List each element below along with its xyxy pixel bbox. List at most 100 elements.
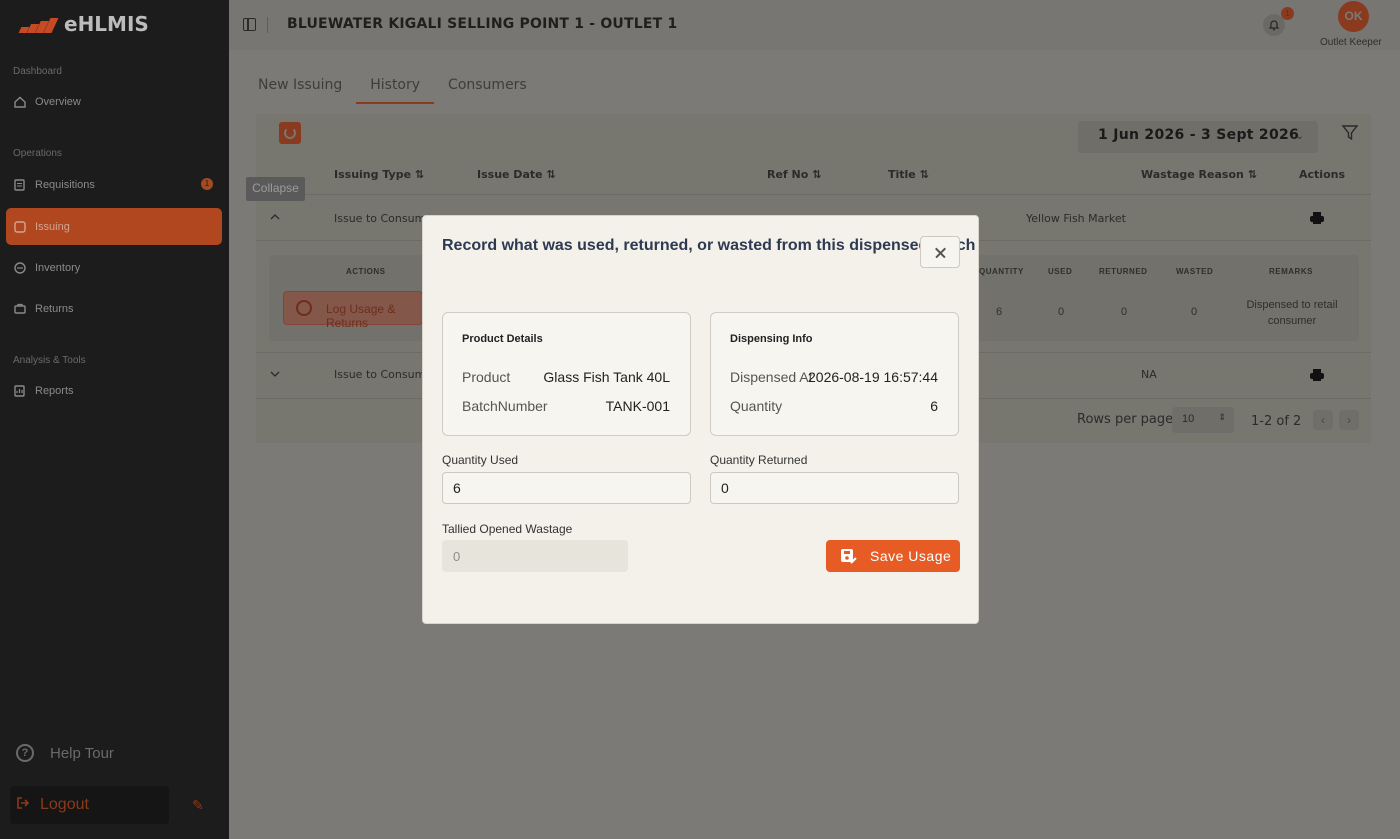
dispensed-at-value: 2026-08-19 16:57:44 bbox=[808, 369, 938, 385]
help-icon: ? bbox=[16, 744, 34, 762]
divider bbox=[256, 194, 1371, 195]
print-icon[interactable] bbox=[1309, 368, 1325, 382]
print-icon[interactable] bbox=[1309, 211, 1325, 225]
sub-cell-quantity: 6 bbox=[996, 306, 1003, 318]
column-header-issuing-type[interactable]: Issuing Type ⇅ bbox=[334, 168, 424, 181]
product-value: Glass Fish Tank 40L bbox=[543, 369, 670, 385]
sidebar-item-issuing[interactable]: Issuing bbox=[6, 208, 222, 245]
dispensed-at-label: Dispensed At bbox=[730, 369, 813, 385]
tab-new-issuing[interactable]: New Issuing bbox=[244, 72, 356, 104]
tab-consumers[interactable]: Consumers bbox=[434, 72, 541, 104]
prev-page-button[interactable]: ‹ bbox=[1313, 410, 1333, 430]
save-usage-button[interactable]: Save Usage bbox=[826, 540, 960, 572]
quantity-returned-label: Quantity Returned bbox=[710, 453, 808, 467]
sub-header-used: USED bbox=[1048, 267, 1073, 276]
tallied-wastage-input bbox=[442, 540, 628, 572]
sidebar-item-inventory[interactable]: Inventory bbox=[6, 249, 222, 286]
logo-mark-icon bbox=[16, 13, 59, 35]
dispensing-info-heading: Dispensing Info bbox=[730, 333, 813, 345]
logo-text: eHLMIS bbox=[64, 12, 149, 36]
page-count: 1-2 of 2 bbox=[1251, 414, 1302, 429]
return-icon bbox=[13, 302, 26, 315]
sub-cell-remarks: Dispensed to retail consumer bbox=[1246, 299, 1338, 327]
sidebar-item-label: Requisitions bbox=[35, 178, 95, 191]
modal-title: Record what was used, returned, or waste… bbox=[442, 237, 976, 254]
logout-button[interactable]: Logout bbox=[10, 786, 169, 824]
tab-bar: New Issuing History Consumers bbox=[244, 72, 541, 104]
rows-per-page-select[interactable]: 10 ⇕ bbox=[1172, 407, 1234, 433]
app-logo[interactable]: eHLMIS bbox=[16, 12, 149, 36]
date-range-picker[interactable]: 1 Jun 2026 - 3 Sept 2026 ⌄ bbox=[1078, 121, 1318, 153]
filter-icon[interactable] bbox=[1341, 124, 1359, 142]
quantity-used-input[interactable] bbox=[442, 472, 691, 504]
logout-label: Logout bbox=[40, 796, 89, 813]
sub-header-returned: RETURNED bbox=[1099, 267, 1148, 276]
sub-cell-returned: 0 bbox=[1121, 306, 1128, 318]
sidebar-item-label: Issuing bbox=[35, 220, 70, 233]
sidebar-item-returns[interactable]: Returns bbox=[6, 290, 222, 327]
notifications-button[interactable]: 1 bbox=[1263, 7, 1294, 36]
column-header-actions: Actions bbox=[1299, 168, 1345, 181]
sub-cell-used: 0 bbox=[1058, 306, 1065, 318]
refresh-icon[interactable] bbox=[279, 122, 301, 144]
divider bbox=[267, 17, 268, 33]
nav-section-operations: Operations bbox=[13, 148, 62, 159]
requisitions-badge: 1 bbox=[201, 178, 213, 190]
save-icon bbox=[841, 549, 857, 564]
date-range-label: 1 Jun 2026 - 3 Sept 2026 bbox=[1098, 127, 1300, 143]
avatar[interactable]: OK bbox=[1338, 1, 1369, 32]
product-details-card: Product Details Product Glass Fish Tank … bbox=[442, 312, 691, 436]
log-usage-button[interactable]: Log Usage & Returns bbox=[283, 291, 423, 330]
quantity-used-label: Quantity Used bbox=[442, 453, 519, 467]
edit-icon[interactable]: ✎ bbox=[192, 797, 204, 814]
sub-cell-wasted: 0 bbox=[1191, 306, 1198, 318]
sidebar-item-label: Overview bbox=[35, 95, 81, 108]
sub-header-actions: ACTIONS bbox=[346, 267, 386, 276]
document-icon bbox=[13, 178, 26, 191]
report-icon bbox=[13, 384, 26, 397]
bell-icon bbox=[1268, 20, 1280, 31]
sidebar-item-label: Reports bbox=[35, 384, 74, 397]
sidebar-item-label: Inventory bbox=[35, 261, 81, 274]
issue-icon bbox=[13, 220, 26, 233]
nav-section-analysis: Analysis & Tools bbox=[13, 355, 86, 366]
next-page-button[interactable]: › bbox=[1339, 410, 1359, 430]
save-usage-label: Save Usage bbox=[870, 548, 952, 564]
close-button[interactable] bbox=[920, 236, 960, 268]
sidebar: eHLMIS Dashboard Overview Operations Req… bbox=[0, 0, 229, 839]
product-label: Product bbox=[462, 369, 511, 385]
top-bar: BLUEWATER KIGALI SELLING POINT 1 - OUTLE… bbox=[229, 0, 1400, 50]
sidebar-toggle-icon[interactable] bbox=[243, 18, 256, 31]
chevron-down-icon[interactable] bbox=[270, 369, 280, 379]
product-details-heading: Product Details bbox=[462, 333, 543, 345]
chevron-down-icon: ⌄ bbox=[1295, 131, 1304, 142]
batch-number-label: BatchNumber bbox=[462, 398, 548, 414]
dispensing-info-card: Dispensing Info Dispensed At 2026-08-19 … bbox=[710, 312, 959, 436]
sidebar-item-reports[interactable]: Reports bbox=[6, 372, 222, 409]
logout-icon bbox=[16, 796, 30, 815]
column-header-issue-date[interactable]: Issue Date ⇅ bbox=[477, 168, 556, 181]
box-icon bbox=[13, 261, 26, 274]
collapse-tooltip: Collapse bbox=[246, 177, 305, 201]
cell-wastage-reason: NA bbox=[1141, 368, 1157, 381]
chevron-up-icon[interactable] bbox=[270, 212, 280, 222]
quantity-value: 6 bbox=[930, 398, 938, 414]
help-tour-label: Help Tour bbox=[50, 744, 114, 762]
batch-number-value: TANK-001 bbox=[605, 398, 670, 414]
chevron-up-down-icon: ⇕ bbox=[1218, 412, 1226, 422]
sidebar-item-requisitions[interactable]: Requisitions 1 bbox=[6, 166, 222, 203]
notification-count: 1 bbox=[1281, 7, 1294, 20]
column-header-ref-no[interactable]: Ref No ⇅ bbox=[767, 168, 821, 181]
nav-section-dashboard: Dashboard bbox=[13, 66, 62, 77]
sidebar-item-overview[interactable]: Overview bbox=[6, 83, 222, 120]
cell-title: Yellow Fish Market bbox=[1026, 212, 1126, 225]
help-tour-button[interactable]: ? Help Tour bbox=[16, 744, 114, 762]
tab-history[interactable]: History bbox=[356, 72, 435, 104]
home-icon bbox=[13, 95, 26, 108]
column-header-wastage-reason[interactable]: Wastage Reason ⇅ bbox=[1141, 168, 1257, 181]
quantity-label: Quantity bbox=[730, 398, 783, 414]
column-header-title[interactable]: Title ⇅ bbox=[888, 168, 929, 181]
quantity-returned-input[interactable] bbox=[710, 472, 959, 504]
tallied-wastage-label: Tallied Opened Wastage bbox=[442, 522, 573, 536]
usage-modal: Record what was used, returned, or waste… bbox=[422, 215, 979, 624]
